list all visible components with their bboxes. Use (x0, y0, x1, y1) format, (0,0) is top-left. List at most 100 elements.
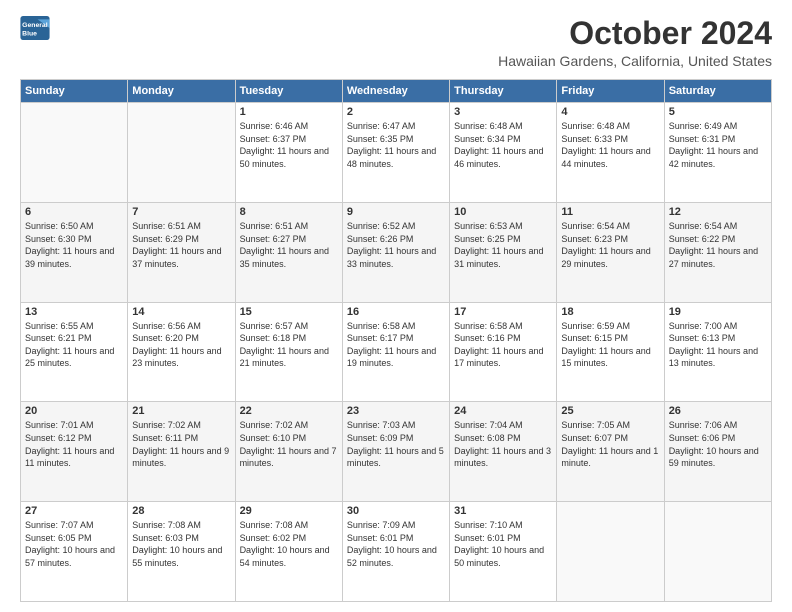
cell-content: Sunrise: 6:54 AM Sunset: 6:22 PM Dayligh… (669, 220, 767, 270)
header-row: SundayMondayTuesdayWednesdayThursdayFrid… (21, 80, 772, 103)
col-header-tuesday: Tuesday (235, 80, 342, 103)
calendar-cell: 19Sunrise: 7:00 AM Sunset: 6:13 PM Dayli… (664, 302, 771, 402)
col-header-friday: Friday (557, 80, 664, 103)
day-number: 2 (347, 106, 445, 118)
calendar-cell: 30 Sunrise: 7:09 AM Sunset: 6:01 PM Dayli… (342, 502, 449, 602)
day-number: 11 (561, 206, 659, 218)
cell-content: Sunrise: 7:06 AM Sunset: 6:06 PM Dayligh… (669, 419, 767, 469)
cell-content: Sunrise: 6:49 AM Sunset: 6:31 PM Dayligh… (669, 120, 767, 170)
calendar-cell (664, 502, 771, 602)
cell-content: Sunrise: 6:51 AM Sunset: 6:27 PM Dayligh… (240, 220, 338, 270)
calendar-cell: 14 Sunrise: 6:56 AM Sunset: 6:20 PM Dayli… (128, 302, 235, 402)
day-number: 17 (454, 306, 552, 318)
day-number: 31 (454, 505, 552, 517)
header: General Blue October 2024 Hawaiian Garde… (20, 16, 772, 69)
calendar-cell: 13Sunrise: 6:55 AM Sunset: 6:21 PM Dayli… (21, 302, 128, 402)
calendar-cell: 1 Sunrise: 6:46 AM Sunset: 6:37 PM Daylig… (235, 103, 342, 203)
day-number: 26 (669, 405, 767, 417)
calendar-cell: 23Sunrise: 7:03 AM Sunset: 6:09 PM Dayli… (342, 402, 449, 502)
day-number: 4 (561, 106, 659, 118)
cell-content: Sunrise: 6:58 AM Sunset: 6:17 PM Dayligh… (347, 320, 445, 370)
cell-content: Sunrise: 7:08 AM Sunset: 6:02 PM Dayligh… (240, 519, 338, 569)
day-number: 23 (347, 405, 445, 417)
week-row-5: 27 Sunrise: 7:07 AM Sunset: 6:05 PM Dayli… (21, 502, 772, 602)
day-number: 18 (561, 306, 659, 318)
logo-icon: General Blue (20, 16, 50, 40)
calendar-cell: 22 Sunrise: 7:02 AM Sunset: 6:10 PM Dayli… (235, 402, 342, 502)
calendar-cell: 6 Sunrise: 6:50 AM Sunset: 6:30 PM Daylig… (21, 202, 128, 302)
calendar-cell: 10 Sunrise: 6:53 AM Sunset: 6:25 PM Dayli… (450, 202, 557, 302)
calendar-cell: 18Sunrise: 6:59 AM Sunset: 6:15 PM Dayli… (557, 302, 664, 402)
calendar-cell: 25 Sunrise: 7:05 AM Sunset: 6:07 PM Dayli… (557, 402, 664, 502)
cell-content: Sunrise: 6:56 AM Sunset: 6:20 PM Dayligh… (132, 320, 230, 370)
day-number: 27 (25, 505, 123, 517)
week-row-1: 1 Sunrise: 6:46 AM Sunset: 6:37 PM Daylig… (21, 103, 772, 203)
calendar-cell: 15 Sunrise: 6:57 AM Sunset: 6:18 PM Dayli… (235, 302, 342, 402)
calendar-cell: 5 Sunrise: 6:49 AM Sunset: 6:31 PM Daylig… (664, 103, 771, 203)
cell-content: Sunrise: 7:02 AM Sunset: 6:10 PM Dayligh… (240, 419, 338, 469)
calendar-cell: 3 Sunrise: 6:48 AM Sunset: 6:34 PM Daylig… (450, 103, 557, 203)
day-number: 1 (240, 106, 338, 118)
day-number: 14 (132, 306, 230, 318)
day-number: 21 (132, 405, 230, 417)
cell-content: Sunrise: 6:48 AM Sunset: 6:34 PM Dayligh… (454, 120, 552, 170)
calendar-cell: 17 Sunrise: 6:58 AM Sunset: 6:16 PM Dayli… (450, 302, 557, 402)
cell-content: Sunrise: 7:02 AM Sunset: 6:11 PM Dayligh… (132, 419, 230, 469)
calendar-cell: 31 Sunrise: 7:10 AM Sunset: 6:01 PM Dayli… (450, 502, 557, 602)
calendar-cell: 20 Sunrise: 7:01 AM Sunset: 6:12 PM Dayli… (21, 402, 128, 502)
cell-content: Sunrise: 6:50 AM Sunset: 6:30 PM Dayligh… (25, 220, 123, 270)
calendar-cell: 9Sunrise: 6:52 AM Sunset: 6:26 PM Daylig… (342, 202, 449, 302)
day-number: 10 (454, 206, 552, 218)
day-number: 7 (132, 206, 230, 218)
calendar-cell: 2 Sunrise: 6:47 AM Sunset: 6:35 PM Daylig… (342, 103, 449, 203)
cell-content: Sunrise: 6:48 AM Sunset: 6:33 PM Dayligh… (561, 120, 659, 170)
col-header-monday: Monday (128, 80, 235, 103)
cell-content: Sunrise: 6:53 AM Sunset: 6:25 PM Dayligh… (454, 220, 552, 270)
calendar-cell: 8 Sunrise: 6:51 AM Sunset: 6:27 PM Daylig… (235, 202, 342, 302)
calendar-cell: 24Sunrise: 7:04 AM Sunset: 6:08 PM Dayli… (450, 402, 557, 502)
week-row-3: 13Sunrise: 6:55 AM Sunset: 6:21 PM Dayli… (21, 302, 772, 402)
day-number: 22 (240, 405, 338, 417)
week-row-4: 20 Sunrise: 7:01 AM Sunset: 6:12 PM Dayli… (21, 402, 772, 502)
day-number: 30 (347, 505, 445, 517)
day-number: 28 (132, 505, 230, 517)
day-number: 16 (347, 306, 445, 318)
day-number: 6 (25, 206, 123, 218)
cell-content: Sunrise: 6:58 AM Sunset: 6:16 PM Dayligh… (454, 320, 552, 370)
cell-content: Sunrise: 7:09 AM Sunset: 6:01 PM Dayligh… (347, 519, 445, 569)
day-number: 20 (25, 405, 123, 417)
calendar-cell (557, 502, 664, 602)
calendar-cell: 21 Sunrise: 7:02 AM Sunset: 6:11 PM Dayli… (128, 402, 235, 502)
cell-content: Sunrise: 6:46 AM Sunset: 6:37 PM Dayligh… (240, 120, 338, 170)
page: General Blue October 2024 Hawaiian Garde… (0, 0, 792, 612)
svg-text:General: General (22, 22, 48, 29)
day-number: 15 (240, 306, 338, 318)
cell-content: Sunrise: 7:07 AM Sunset: 6:05 PM Dayligh… (25, 519, 123, 569)
svg-text:Blue: Blue (22, 31, 37, 38)
calendar-cell: 27 Sunrise: 7:07 AM Sunset: 6:05 PM Dayli… (21, 502, 128, 602)
day-number: 24 (454, 405, 552, 417)
calendar-cell (21, 103, 128, 203)
calendar-cell (128, 103, 235, 203)
day-number: 9 (347, 206, 445, 218)
calendar-cell: 16 Sunrise: 6:58 AM Sunset: 6:17 PM Dayli… (342, 302, 449, 402)
calendar-cell: 29Sunrise: 7:08 AM Sunset: 6:02 PM Dayli… (235, 502, 342, 602)
cell-content: Sunrise: 7:10 AM Sunset: 6:01 PM Dayligh… (454, 519, 552, 569)
cell-content: Sunrise: 6:47 AM Sunset: 6:35 PM Dayligh… (347, 120, 445, 170)
cell-content: Sunrise: 7:05 AM Sunset: 6:07 PM Dayligh… (561, 419, 659, 469)
calendar-cell: 26 Sunrise: 7:06 AM Sunset: 6:06 PM Dayli… (664, 402, 771, 502)
day-number: 5 (669, 106, 767, 118)
cell-content: Sunrise: 6:57 AM Sunset: 6:18 PM Dayligh… (240, 320, 338, 370)
cell-content: Sunrise: 7:01 AM Sunset: 6:12 PM Dayligh… (25, 419, 123, 469)
day-number: 3 (454, 106, 552, 118)
day-number: 19 (669, 306, 767, 318)
day-number: 8 (240, 206, 338, 218)
calendar-cell: 12 Sunrise: 6:54 AM Sunset: 6:22 PM Dayli… (664, 202, 771, 302)
day-number: 12 (669, 206, 767, 218)
logo: General Blue (20, 16, 50, 40)
calendar-table: SundayMondayTuesdayWednesdayThursdayFrid… (20, 79, 772, 602)
day-number: 25 (561, 405, 659, 417)
main-title: October 2024 (498, 16, 772, 51)
cell-content: Sunrise: 6:54 AM Sunset: 6:23 PM Dayligh… (561, 220, 659, 270)
col-header-wednesday: Wednesday (342, 80, 449, 103)
